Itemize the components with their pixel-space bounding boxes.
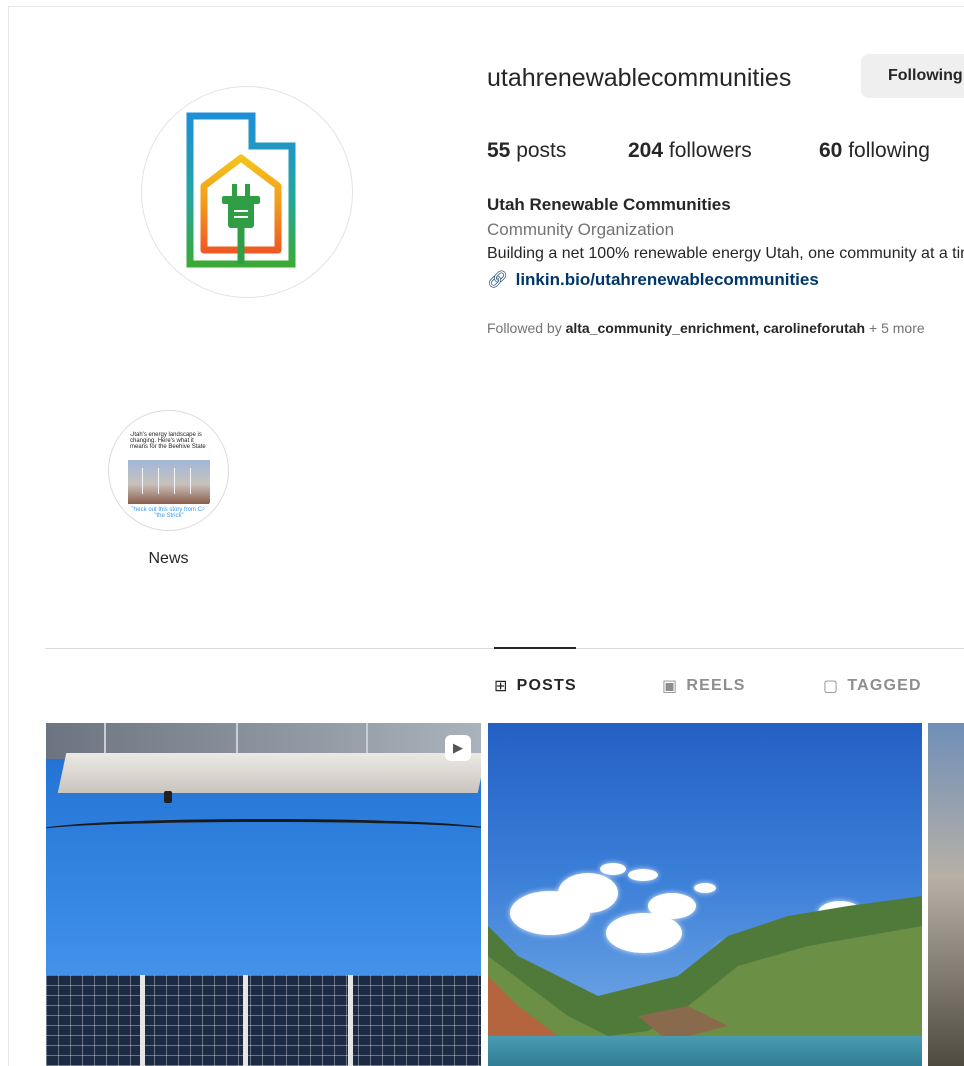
followers-label: followers <box>668 139 752 162</box>
post-thumbnail-partial[interactable] <box>928 723 964 1066</box>
profile-category: Community Organization <box>487 220 675 239</box>
posts-count-stat[interactable]: 55 posts <box>487 139 566 163</box>
wire-clip <box>164 791 172 803</box>
followers-count: 204 <box>628 139 664 162</box>
posts-count: 55 <box>487 139 511 162</box>
followed-by-suffix: + 5 more <box>869 320 925 336</box>
solar-panel-bottom <box>46 975 481 1066</box>
followers-count-link[interactable]: 204 followers <box>628 139 752 163</box>
highlight-news-label: News <box>148 550 189 567</box>
grid-icon: ⊞ <box>494 678 509 695</box>
post-thumbnail-mountain-lake[interactable] <box>488 723 922 1066</box>
profile-bio: Building a net 100% renewable energy Uta… <box>487 245 964 262</box>
post-thumbnail-solar-panels[interactable]: ▶ <box>46 723 481 1066</box>
followed-by-prefix: Followed by <box>487 320 562 336</box>
tab-reels-label: REELS <box>686 677 746 694</box>
profile-avatar[interactable] <box>141 86 353 298</box>
profile-username: utahrenewablecommunities <box>487 64 792 92</box>
highlight-news-cover: Utah's energy landscape is changing. Her… <box>116 418 221 523</box>
tagged-icon: ▢ <box>823 678 840 695</box>
link-icon: 🔗︎ <box>487 270 509 289</box>
utah-plug-logo-icon <box>186 112 296 268</box>
reel-badge-icon: ▶ <box>445 735 471 761</box>
highlight-photo <box>128 460 210 504</box>
tab-posts-label: POSTS <box>516 677 577 694</box>
active-tab-indicator <box>494 647 576 649</box>
power-wire <box>46 819 481 843</box>
following-count: 60 <box>819 139 843 162</box>
following-count-link[interactable]: 60 following <box>819 139 930 163</box>
profile-link-text: linkin.bio/utahrenewablecommunities <box>515 270 819 289</box>
highlight-caption: Check out this story from Cait "the Stri… <box>129 507 209 519</box>
profile-external-link[interactable]: 🔗︎ linkin.bio/utahrenewablecommunities <box>487 270 819 290</box>
following-button[interactable]: Following <box>861 54 964 98</box>
posts-label: posts <box>516 139 567 162</box>
followed-by-text[interactable]: Followed by alta_community_enrichment, c… <box>487 320 925 336</box>
following-label: following <box>848 139 930 162</box>
tab-reels[interactable]: ▣ REELS <box>662 676 746 696</box>
reels-icon: ▣ <box>662 678 679 695</box>
tab-posts[interactable]: ⊞ POSTS <box>494 676 577 696</box>
profile-full-name: Utah Renewable Communities <box>487 195 731 214</box>
highlight-news[interactable]: Utah's energy landscape is changing. Her… <box>108 410 229 531</box>
lake <box>488 1036 922 1066</box>
highlight-headline: Utah's energy landscape is changing. Her… <box>130 432 206 450</box>
tab-tagged[interactable]: ▢ TAGGED <box>823 676 922 696</box>
followed-by-names: alta_community_enrichment, carolineforut… <box>565 320 866 336</box>
tab-tagged-label: TAGGED <box>847 677 922 694</box>
panel-frame-rail <box>57 753 481 793</box>
